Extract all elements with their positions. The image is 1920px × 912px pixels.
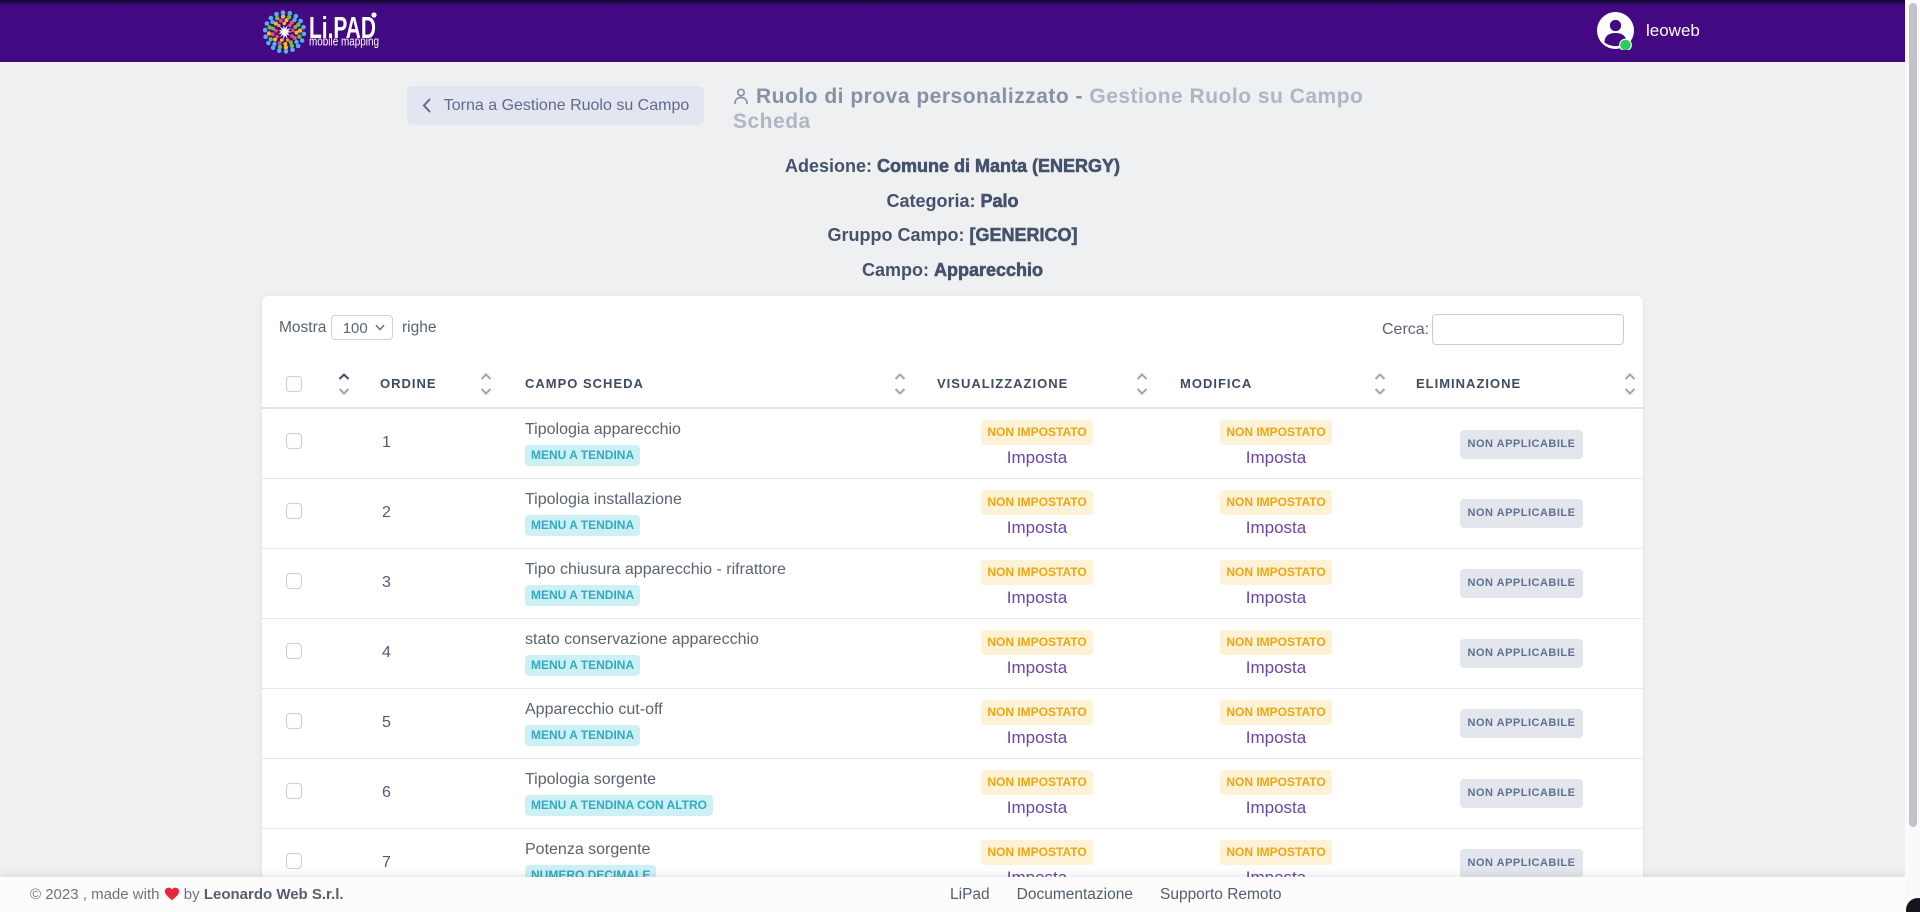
svg-text:mobile mapping: mobile mapping	[309, 35, 379, 49]
